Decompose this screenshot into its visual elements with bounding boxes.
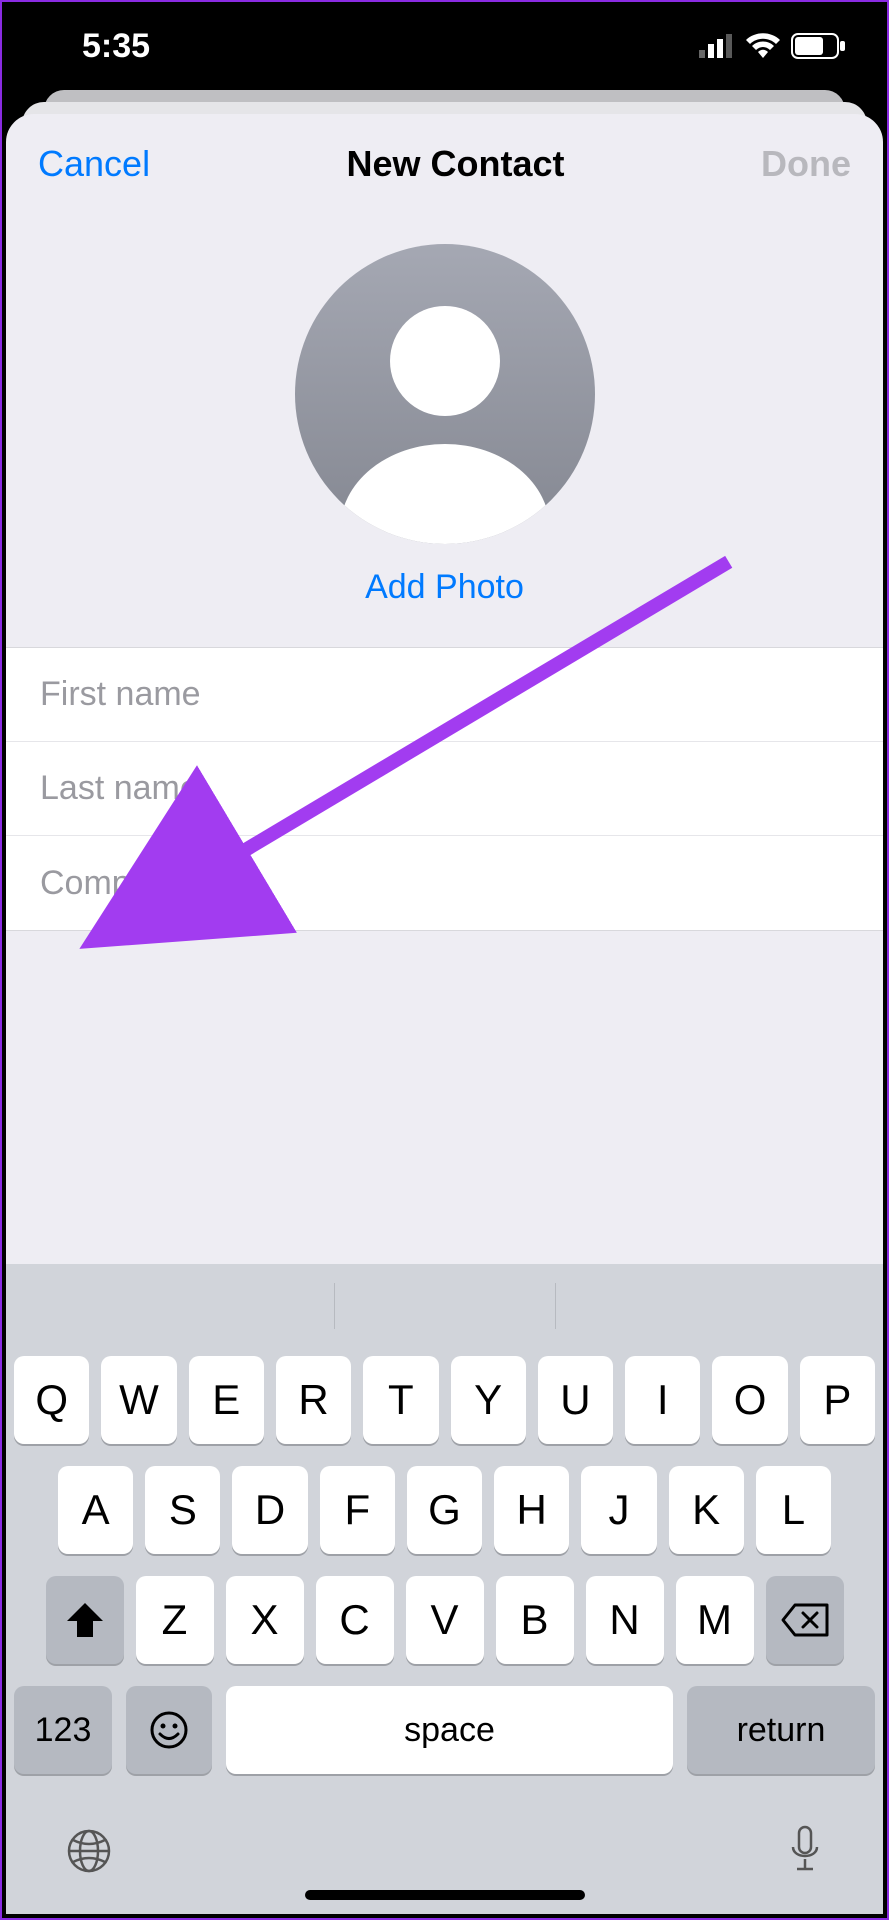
status-bar: 5:35 (2, 2, 887, 90)
last-name-input[interactable] (40, 769, 849, 808)
keyboard-row-3: Z X C V B N M (14, 1576, 875, 1664)
key-n[interactable]: N (586, 1576, 664, 1664)
key-h[interactable]: H (494, 1466, 569, 1554)
key-z[interactable]: Z (136, 1576, 214, 1664)
cellular-icon (699, 34, 735, 58)
shift-key[interactable] (46, 1576, 124, 1664)
cancel-button[interactable]: Cancel (38, 143, 150, 185)
status-icons (699, 33, 847, 59)
key-s[interactable]: S (145, 1466, 220, 1554)
globe-icon[interactable] (64, 1826, 114, 1876)
emoji-icon (149, 1710, 189, 1750)
return-key[interactable]: return (687, 1686, 875, 1774)
new-contact-sheet: Cancel New Contact Done Add Photo Q W E (6, 114, 883, 1914)
last-name-row[interactable] (6, 742, 883, 836)
numbers-key[interactable]: 123 (14, 1686, 112, 1774)
key-t[interactable]: T (363, 1356, 438, 1444)
suggestion-bar[interactable] (14, 1278, 875, 1334)
backspace-icon (781, 1603, 829, 1637)
key-r[interactable]: R (276, 1356, 351, 1444)
status-time: 5:35 (82, 27, 150, 66)
home-indicator[interactable] (305, 1890, 585, 1900)
done-button[interactable]: Done (761, 143, 851, 185)
key-a[interactable]: A (58, 1466, 133, 1554)
key-c[interactable]: C (316, 1576, 394, 1664)
key-g[interactable]: G (407, 1466, 482, 1554)
key-j[interactable]: J (581, 1466, 656, 1554)
emoji-key[interactable] (126, 1686, 212, 1774)
first-name-row[interactable] (6, 648, 883, 742)
company-input[interactable] (40, 864, 849, 903)
backspace-key[interactable] (766, 1576, 844, 1664)
key-e[interactable]: E (189, 1356, 264, 1444)
add-photo-button[interactable]: Add Photo (365, 568, 524, 607)
key-o[interactable]: O (712, 1356, 787, 1444)
company-row[interactable] (6, 836, 883, 930)
person-icon (390, 306, 500, 416)
key-y[interactable]: Y (451, 1356, 526, 1444)
name-fields-group (6, 647, 883, 931)
key-m[interactable]: M (676, 1576, 754, 1664)
keyboard-row-1: Q W E R T Y U I O P (14, 1356, 875, 1444)
key-i[interactable]: I (625, 1356, 700, 1444)
first-name-input[interactable] (40, 675, 849, 714)
keyboard-row-2: A S D F G H J K L (14, 1466, 875, 1554)
key-l[interactable]: L (756, 1466, 831, 1554)
key-w[interactable]: W (101, 1356, 176, 1444)
key-p[interactable]: P (800, 1356, 875, 1444)
key-v[interactable]: V (406, 1576, 484, 1664)
battery-icon (791, 33, 847, 59)
person-icon (340, 444, 550, 544)
key-b[interactable]: B (496, 1576, 574, 1664)
keyboard-row-4: 123 space return (14, 1686, 875, 1774)
key-k[interactable]: K (669, 1466, 744, 1554)
key-x[interactable]: X (226, 1576, 304, 1664)
wifi-icon (745, 33, 781, 59)
nav-bar: Cancel New Contact Done (6, 114, 883, 214)
key-u[interactable]: U (538, 1356, 613, 1444)
photo-area: Add Photo (6, 214, 883, 647)
key-d[interactable]: D (232, 1466, 307, 1554)
key-q[interactable]: Q (14, 1356, 89, 1444)
key-f[interactable]: F (320, 1466, 395, 1554)
page-title: New Contact (347, 143, 565, 185)
space-key[interactable]: space (226, 1686, 673, 1774)
dictation-icon[interactable] (785, 1823, 825, 1879)
shift-icon (65, 1601, 105, 1639)
keyboard: Q W E R T Y U I O P A S D F G H J K L Z (6, 1264, 883, 1914)
avatar-placeholder[interactable] (295, 244, 595, 544)
